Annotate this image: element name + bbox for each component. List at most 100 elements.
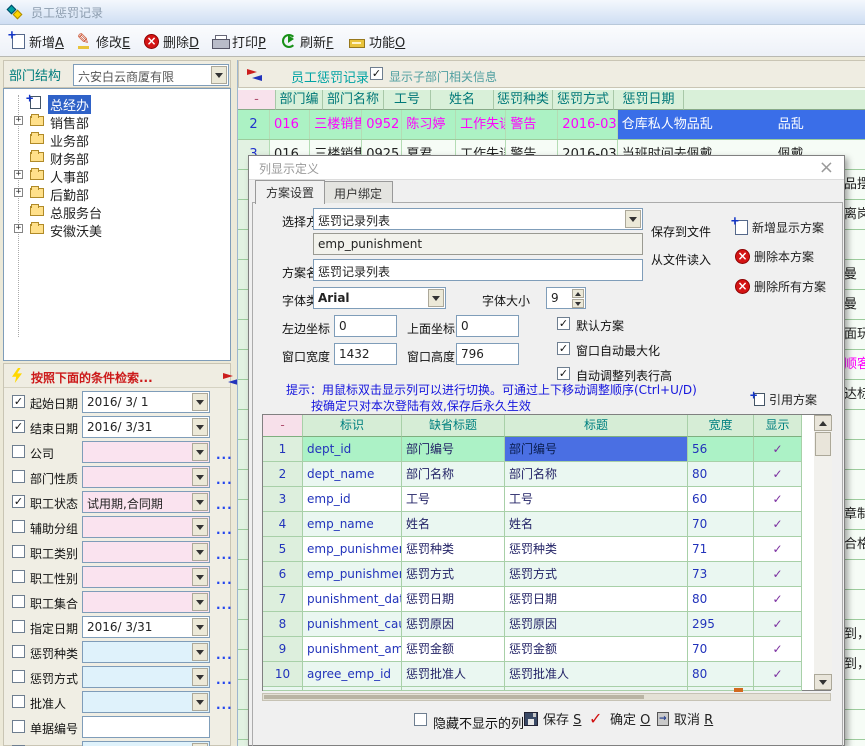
expand-icon[interactable]: + [14,224,23,233]
grid-row[interactable]: 2dept_name部门名称部门名称80✓ [263,462,802,487]
search-checkbox-7[interactable] [12,545,25,558]
more-options-button[interactable]: ... [216,474,233,486]
dropdown-arrow-icon[interactable] [192,668,208,686]
search-checkbox-6[interactable] [12,520,25,533]
dropdown-arrow-icon[interactable] [192,618,208,636]
expand-icon[interactable]: + [14,116,23,125]
grid-row[interactable]: 8punishment_caus惩罚原因惩罚原因295✓ [263,612,802,637]
search-field-9[interactable] [82,591,210,613]
swap-icon[interactable] [247,69,262,81]
tree-item-2[interactable]: +销售部 [4,112,231,130]
show-subdept-checkbox[interactable]: ✓ [370,67,383,80]
dropdown-arrow-icon[interactable] [192,393,208,411]
toolbar-button-f[interactable]: 刷新F [278,29,338,53]
grid-hscrollbar[interactable] [262,693,831,701]
grid-row[interactable]: 6emp_punishment惩罚方式惩罚方式73✓ [263,562,802,587]
grid-row[interactable]: 9punishment_amo惩罚金额惩罚金额70✓ [263,637,802,662]
grid-row[interactable]: 10agree_emp_id惩罚批准人惩罚批准人80✓ [263,662,802,687]
search-checkbox-3[interactable] [12,445,25,458]
search-field-3[interactable] [82,441,210,463]
company-combobox-arrow[interactable] [211,66,227,84]
search-field-12[interactable] [82,666,210,688]
grid-vscrollbar[interactable] [814,415,832,690]
scroll-down-icon[interactable] [814,674,832,690]
search-checkbox-2[interactable]: ✓ [12,420,25,433]
dropdown-arrow-icon[interactable] [192,468,208,486]
toolbar-button-p[interactable]: 打印P [208,29,270,53]
toolbar-button-a[interactable]: 新增A [8,29,68,53]
spinner-up-button[interactable] [572,289,584,298]
toolbar-button-o[interactable]: 功能O [345,29,409,53]
tree-item-8[interactable]: +安徽沃美 [4,220,231,238]
grid-row[interactable]: 1dept_id部门编号部门编号56✓ [263,437,802,462]
search-checkbox-12[interactable] [12,670,25,683]
search-field-6[interactable] [82,516,210,538]
swap-icon[interactable] [223,373,238,385]
save-button[interactable]: 保存 S [524,709,581,728]
more-options-button[interactable]: ... [216,524,233,536]
dropdown-arrow-icon[interactable] [192,443,208,461]
font-size-spinner[interactable]: 9 [546,287,586,309]
more-options-button[interactable]: ... [216,574,233,586]
search-checkbox-5[interactable]: ✓ [12,495,25,508]
search-field-15[interactable] [82,741,210,746]
search-checkbox-14[interactable] [12,720,25,733]
cancel-button[interactable]: 取消 R [657,709,713,728]
scheme-combobox-arrow[interactable] [625,210,641,228]
search-checkbox-8[interactable] [12,570,25,583]
dropdown-arrow-icon[interactable] [192,643,208,661]
window-height-input[interactable]: 796 [456,343,519,365]
search-field-1[interactable]: 2016/ 3/ 1 [82,391,210,413]
table-row[interactable]: 2016三楼销售部0952陈习婷工作失误警告2016-03-30仓库私人物品乱品… [238,110,865,140]
tree-item-5[interactable]: +人事部 [4,166,231,184]
font-type-combobox[interactable]: Arial [313,287,446,309]
more-options-button[interactable]: ... [216,674,233,686]
search-checkbox-11[interactable] [12,645,25,658]
dropdown-arrow-icon[interactable] [192,493,208,511]
dropdown-arrow-icon[interactable] [192,418,208,436]
tree-item-1[interactable]: 总经办 [4,94,231,112]
search-checkbox-4[interactable] [12,470,25,483]
toolbar-button-d[interactable]: 删除D [140,29,203,53]
delete-scheme-button[interactable]: 删除本方案 [735,248,814,265]
more-options-button[interactable]: ... [216,699,233,711]
search-field-11[interactable] [82,641,210,663]
close-icon[interactable]: × [819,157,834,179]
search-field-14[interactable] [82,716,210,738]
tab-user-binding[interactable]: 用户绑定 [323,181,393,203]
grid-row[interactable]: 7punishment_date惩罚日期惩罚日期80✓ [263,587,802,612]
scrollbar-thumb[interactable] [815,432,831,456]
grid-row[interactable]: 5emp_punishment惩罚种类惩罚种类71✓ [263,537,802,562]
scroll-up-icon[interactable] [814,415,832,431]
dropdown-arrow-icon[interactable] [192,593,208,611]
expand-icon[interactable]: + [14,170,23,179]
expand-icon[interactable]: + [14,188,23,197]
quote-scheme-button[interactable]: 引用方案 [754,391,817,408]
more-options-button[interactable]: ... [216,499,233,511]
grid-row[interactable]: 4emp_name姓名姓名70✓ [263,512,802,537]
toolbar-button-e[interactable]: 修改E [73,29,134,53]
delete-all-schemes-button[interactable]: 删除所有方案 [735,278,826,295]
window-width-input[interactable]: 1432 [334,343,397,365]
search-field-7[interactable] [82,541,210,563]
left-coord-input[interactable]: 0 [334,315,397,337]
tree-item-3[interactable]: 业务部 [4,130,231,148]
more-options-button[interactable]: ... [216,649,233,661]
more-options-button[interactable]: ... [216,449,233,461]
search-field-8[interactable] [82,566,210,588]
dropdown-arrow-icon[interactable] [192,693,208,711]
new-scheme-button[interactable]: 新增显示方案 [735,219,824,236]
search-checkbox-10[interactable] [12,620,25,633]
font-type-arrow[interactable] [428,289,444,307]
hide-hidden-columns-checkbox[interactable] [414,713,427,726]
option-checkbox-2[interactable]: ✓ [557,342,570,355]
option-checkbox-3[interactable]: ✓ [557,367,570,380]
search-field-10[interactable]: 2016/ 3/31 [82,616,210,638]
search-field-5[interactable]: 试用期,合同期 [82,491,210,513]
top-coord-input[interactable]: 0 [456,315,519,337]
more-options-button[interactable]: ... [216,599,233,611]
more-options-button[interactable]: ... [216,549,233,561]
company-combobox[interactable]: 六安白云商厦有限 [73,64,229,86]
tab-scheme-settings[interactable]: 方案设置 [255,180,325,204]
scheme-combobox[interactable]: 惩罚记录列表 [313,208,643,230]
